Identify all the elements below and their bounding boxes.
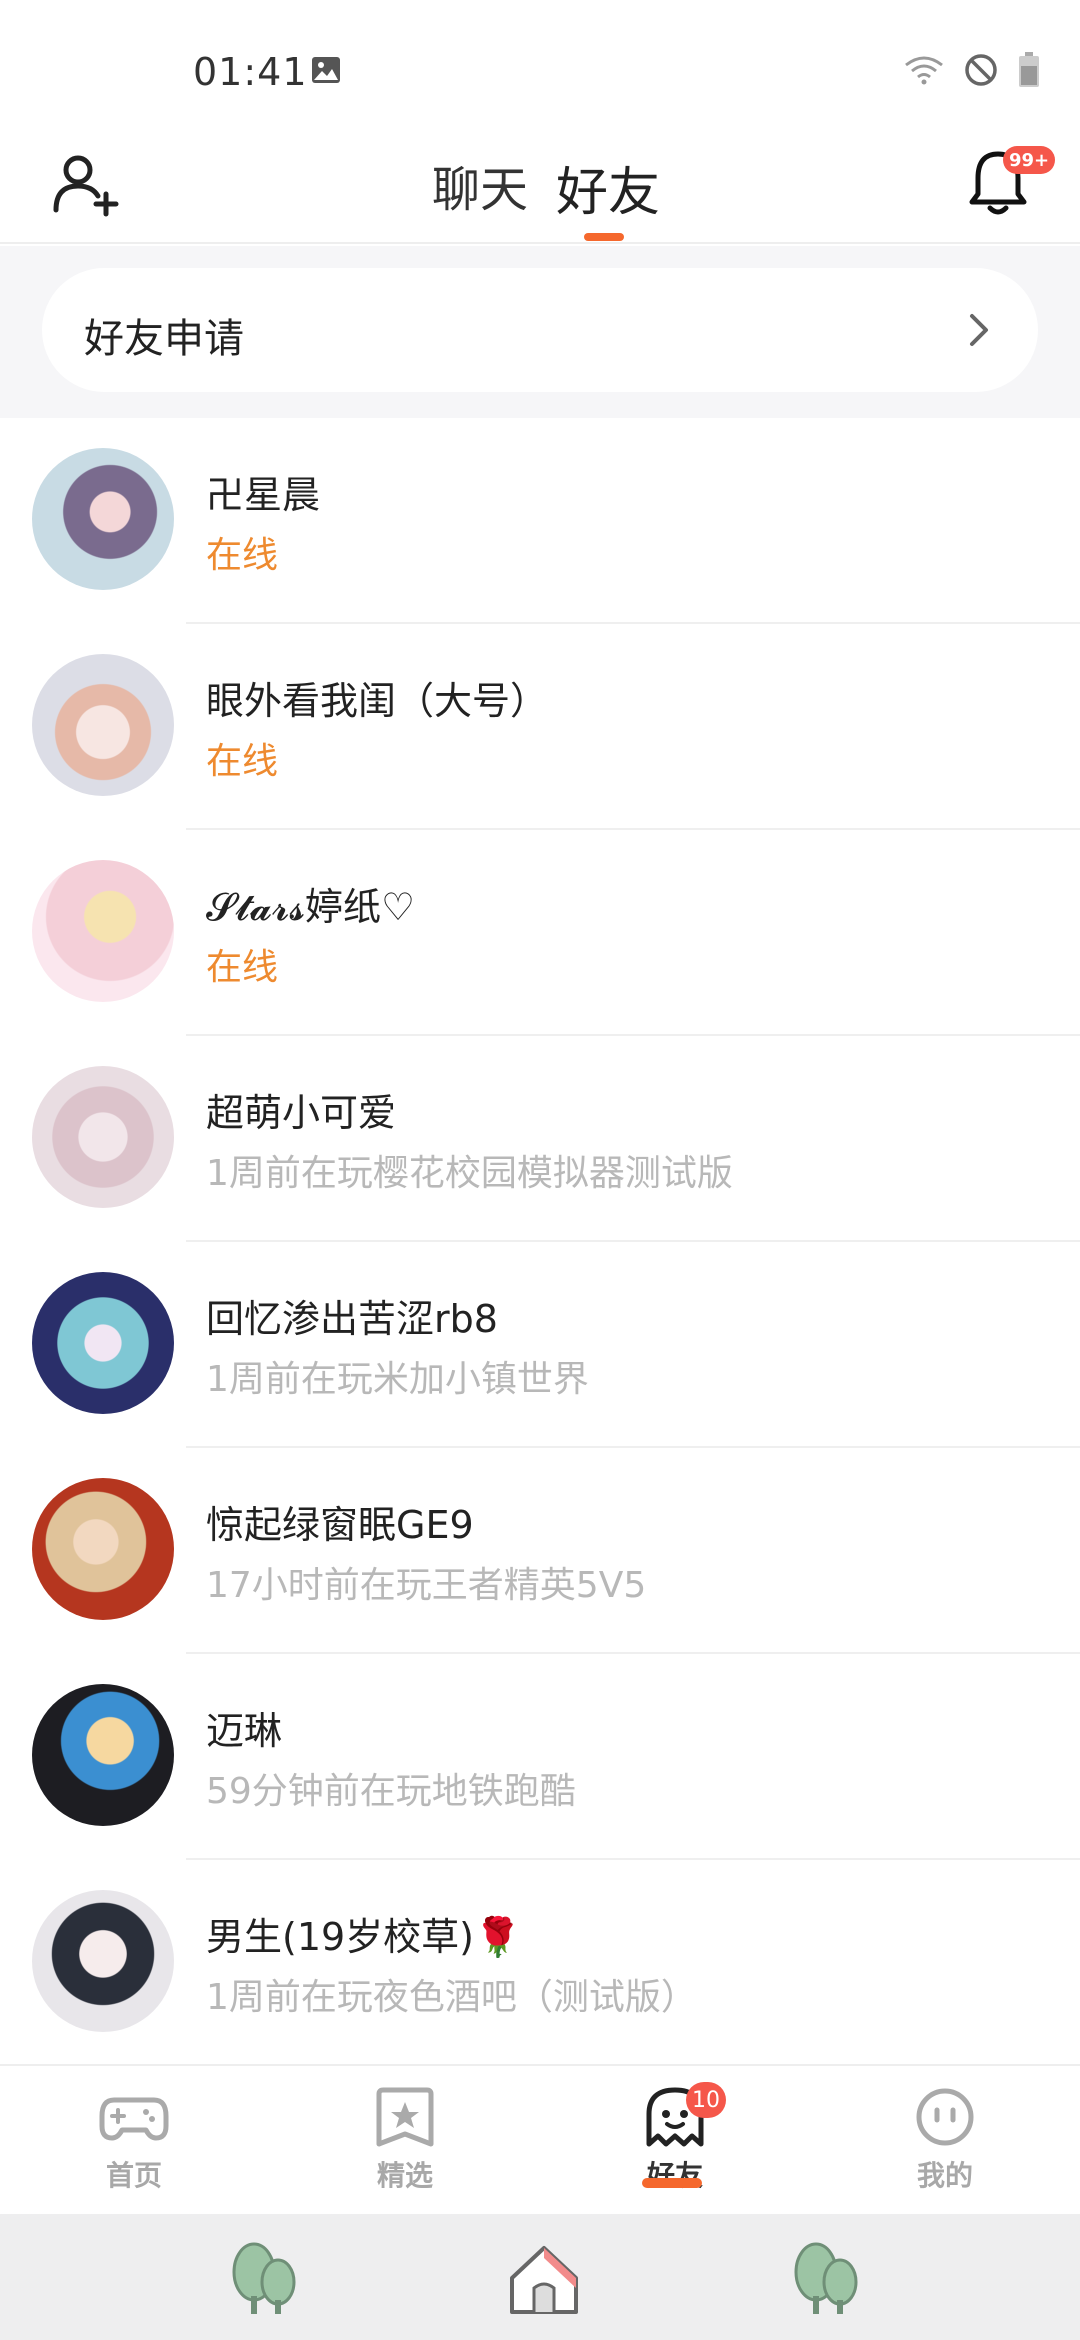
nav-mine[interactable]: 我的 <box>875 2086 1015 2206</box>
friend-row[interactable]: 男生(19岁校草)🌹 1周前在玩夜色酒吧（测试版） <box>0 1860 1080 2066</box>
friend-status: 17小时前在玩王者精英5V5 <box>206 1565 647 1606</box>
tree-icon-right[interactable] <box>786 2238 866 2318</box>
tab-friends[interactable]: 好友 <box>556 150 660 225</box>
friend-row[interactable]: 眼外看我闺（大号） 在线 <box>0 624 1080 830</box>
avatar[interactable] <box>32 654 174 796</box>
friend-status: 在线 <box>206 741 279 782</box>
status-time: 01:41 <box>193 50 308 94</box>
friend-name: 男生(19岁校草)🌹 <box>206 1915 522 1959</box>
friend-name: 卍星晨 <box>206 473 321 517</box>
battery-icon <box>1019 52 1039 87</box>
nav-featured[interactable]: 精选 <box>335 2086 475 2206</box>
notification-badge: 99+ <box>1003 146 1056 174</box>
friend-request-label: 好友申请 <box>84 316 244 362</box>
friend-name: 迈琳 <box>206 1709 283 1753</box>
nav-home-label: 首页 <box>105 2159 162 2192</box>
avatar[interactable] <box>32 860 174 1002</box>
gamepad-icon <box>99 2097 169 2141</box>
tab-indicator <box>584 233 624 241</box>
screen: 01:41 聊天 好友 99+ 好友申请 卍星晨 在线 眼外看我闺（大号） 在线… <box>0 0 1080 2340</box>
friend-request-area: 好友申请 <box>0 246 1080 418</box>
bottom-nav: 首页 精选 好友 我的 <box>0 2064 1080 2214</box>
nav-mine-label: 我的 <box>916 2159 973 2192</box>
friend-status: 1周前在玩夜色酒吧（测试版） <box>206 1977 697 2018</box>
avatar[interactable] <box>32 1272 174 1414</box>
friend-status: 1周前在玩樱花校园模拟器测试版 <box>206 1153 733 1194</box>
status-bar: 01:41 <box>0 0 1080 130</box>
friend-row[interactable]: 惊起绿窗眠GE9 17小时前在玩王者精英5V5 <box>0 1448 1080 1654</box>
chevron-right-icon <box>970 314 988 346</box>
friend-row[interactable]: 迈琳 59分钟前在玩地铁跑酷 <box>0 1654 1080 1860</box>
dnd-icon <box>965 54 997 86</box>
avatar[interactable] <box>32 1890 174 2032</box>
friend-row[interactable]: 卍星晨 在线 <box>0 418 1080 624</box>
tree-icon-left[interactable] <box>224 2238 304 2318</box>
friends-badge: 10 <box>686 2082 726 2118</box>
system-nav-bar <box>0 2214 1080 2340</box>
friend-name: 回忆渗出苦涩rb8 <box>206 1297 498 1341</box>
avatar[interactable] <box>32 448 174 590</box>
tab-chat[interactable]: 聊天 <box>432 150 528 220</box>
star-badge-icon <box>376 2087 434 2147</box>
friend-row[interactable]: 𝓢𝓽𝓪𝓻𝓼婷纸♡ 在线 <box>0 830 1080 1036</box>
avatar[interactable] <box>32 1684 174 1826</box>
status-icons <box>904 52 1040 88</box>
friend-name: 惊起绿窗眠GE9 <box>206 1503 474 1547</box>
face-icon <box>916 2088 974 2146</box>
friend-name: 眼外看我闺（大号） <box>206 679 549 723</box>
nav-friends-label: 好友 <box>646 2159 703 2192</box>
friend-name: 超萌小可爱 <box>206 1091 397 1135</box>
friend-row[interactable]: 回忆渗出苦涩rb8 1周前在玩米加小镇世界 <box>0 1242 1080 1448</box>
nav-home[interactable]: 首页 <box>64 2086 204 2206</box>
image-icon <box>312 57 340 83</box>
header: 聊天 好友 99+ <box>0 130 1080 244</box>
avatar[interactable] <box>32 1478 174 1620</box>
friend-row[interactable]: 超萌小可爱 1周前在玩樱花校园模拟器测试版 <box>0 1036 1080 1242</box>
friend-status: 59分钟前在玩地铁跑酷 <box>206 1771 576 1812</box>
friend-status: 在线 <box>206 947 279 988</box>
nav-featured-label: 精选 <box>376 2159 433 2192</box>
friend-status: 在线 <box>206 535 279 576</box>
friend-list: 卍星晨 在线 眼外看我闺（大号） 在线 𝓢𝓽𝓪𝓻𝓼婷纸♡ 在线 超萌小可爱 1周… <box>0 418 1080 2066</box>
home-icon[interactable] <box>504 2238 584 2318</box>
top-tabs: 聊天 好友 <box>0 130 1080 244</box>
friend-request-button[interactable]: 好友申请 <box>42 268 1038 392</box>
friend-status: 1周前在玩米加小镇世界 <box>206 1359 589 1400</box>
friend-name: 𝓢𝓽𝓪𝓻𝓼婷纸♡ <box>206 885 416 929</box>
nav-active-indicator <box>642 2178 702 2188</box>
avatar[interactable] <box>32 1066 174 1208</box>
wifi-icon <box>905 56 943 85</box>
